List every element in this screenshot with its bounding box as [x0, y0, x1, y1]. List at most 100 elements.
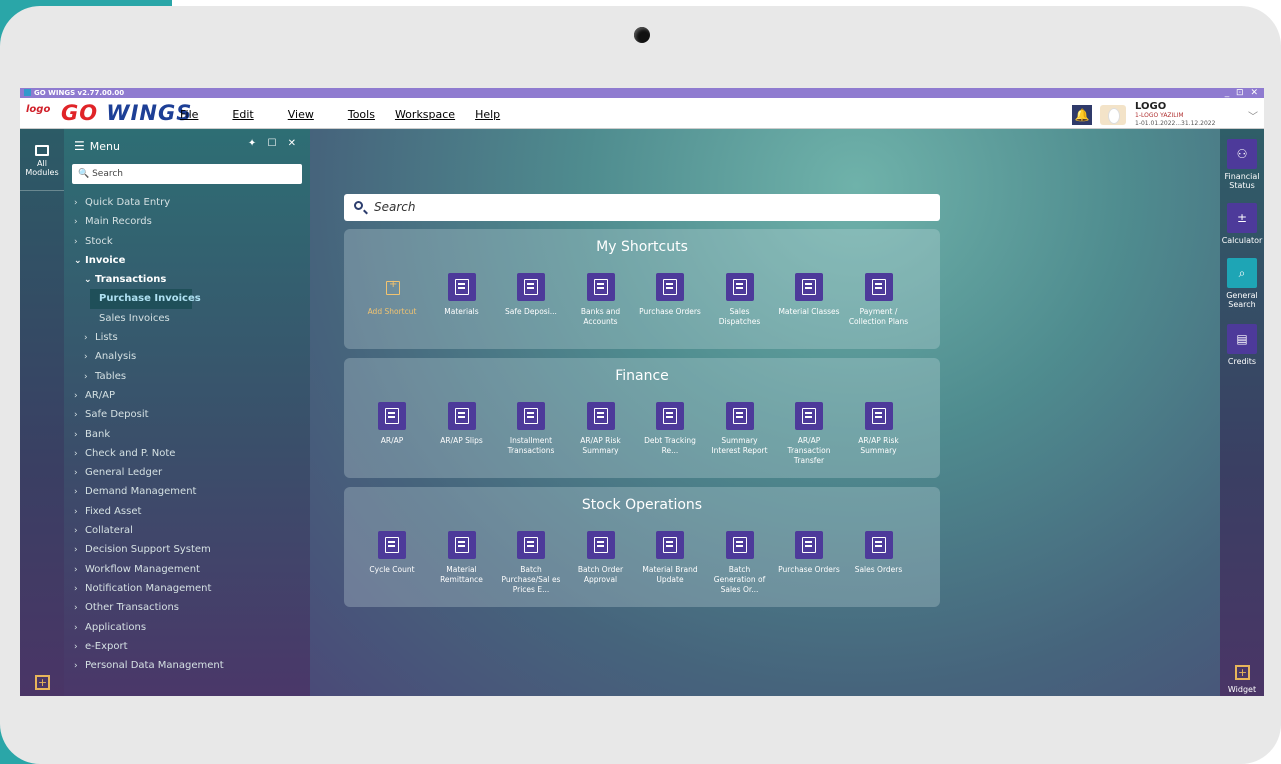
app-icon	[24, 89, 31, 96]
menu-item-general-ledger[interactable]: › General Ledger	[64, 463, 310, 482]
menu-item-ar-ap[interactable]: › AR/AP	[64, 386, 310, 405]
all-modules-button[interactable]: All Modules	[20, 139, 64, 191]
menu-tools[interactable]: Tools	[348, 108, 375, 121]
add-icon[interactable]: +	[35, 675, 50, 690]
menu-item-invoice[interactable]: ⌄ Invoice	[64, 251, 310, 270]
main-search-input[interactable]: Search	[344, 194, 940, 221]
menu-item-e-export[interactable]: › e-Export	[64, 637, 310, 656]
shortcut-tile[interactable]: Safe Deposi...	[500, 273, 562, 317]
shortcut-tile[interactable]: AR/AP Slips	[431, 402, 493, 446]
shortcut-tile[interactable]: Material Brand Update	[639, 531, 701, 585]
menu-item-personal-data[interactable]: › Personal Data Management	[64, 656, 310, 675]
menu-item-safe-deposit[interactable]: › Safe Deposit	[64, 405, 310, 424]
module-icon	[725, 402, 754, 430]
shortcut-tile[interactable]: Batch Purchase/Sal es Prices E...	[500, 531, 562, 595]
tile-label: Sales Orders	[854, 565, 903, 574]
menu-help[interactable]: Help	[475, 108, 500, 121]
menu-item-analysis[interactable]: › Analysis	[64, 347, 310, 366]
right-strip: ⚇ Financial Status ± Calculator ⌕ Genera…	[1220, 129, 1264, 696]
menu-edit[interactable]: Edit	[232, 108, 253, 121]
period: 1-01.01.2022...31.12.2022	[1135, 120, 1216, 127]
tile-label: Batch Order Approval	[577, 565, 624, 584]
menu-file[interactable]: File	[180, 108, 198, 121]
chevron-down-icon[interactable]: ﹀	[1248, 108, 1258, 123]
menu-item-quick-data-entry[interactable]: › Quick Data Entry	[64, 193, 310, 212]
shortcut-tile[interactable]: Purchase Orders	[639, 273, 701, 317]
menu-item-applications[interactable]: › Applications	[64, 618, 310, 637]
menu-item-notification[interactable]: › Notification Management	[64, 579, 310, 598]
hamburger-icon[interactable]: ☰	[74, 139, 85, 153]
company-info[interactable]: LOGO 1-LOGO YAZILIM 1-01.01.2022...31.12…	[1135, 101, 1215, 128]
credits-button[interactable]: ▤ Credits	[1220, 324, 1264, 366]
shortcut-tile[interactable]: Summary Interest Report	[709, 402, 771, 456]
menu-item-other-transactions[interactable]: › Other Transactions	[64, 598, 310, 617]
shortcut-tile[interactable]: Batch Order Approval	[570, 531, 632, 585]
shortcut-tile[interactable]: Banks and Accounts	[570, 273, 632, 327]
shortcut-tile[interactable]: Batch Generation of Sales Or...	[709, 531, 771, 595]
module-icon	[378, 531, 406, 559]
menu-item-stock[interactable]: › Stock	[64, 232, 310, 251]
avatar[interactable]	[1100, 105, 1126, 125]
calculator-icon: ±	[1227, 203, 1257, 233]
menu-item-transactions[interactable]: ⌄ Transactions	[64, 270, 310, 289]
module-icon	[725, 531, 754, 559]
menu-item-fixed-asset[interactable]: › Fixed Asset	[64, 502, 310, 521]
menu-panel: ☰ Menu ✦ ☐ ✕ 🔍 Search › Quick Data Entry ›…	[64, 129, 310, 696]
tile-label: Summary Interest Report	[711, 436, 768, 455]
shortcut-tile[interactable]: Add Shortcut	[361, 273, 423, 317]
bell-icon[interactable]: 🔔	[1072, 105, 1092, 125]
module-icon	[378, 402, 406, 430]
menu-item-tables[interactable]: › Tables	[64, 367, 310, 386]
logo-small: logo	[26, 104, 51, 115]
menu-item-collateral[interactable]: › Collateral	[64, 521, 310, 540]
menu-search-input[interactable]: 🔍 Search	[72, 164, 302, 184]
menu-workspace[interactable]: Workspace	[395, 108, 455, 121]
menu-item-main-records[interactable]: › Main Records	[64, 212, 310, 231]
menu-item-purchase-invoices[interactable]: Purchase Invoices	[90, 289, 201, 309]
module-icon	[795, 402, 823, 430]
shortcut-tile[interactable]: AR/AP	[361, 402, 423, 446]
module-icon	[795, 273, 823, 301]
module-icon	[447, 402, 476, 430]
add-widget-icon[interactable]: +	[1235, 665, 1250, 680]
shortcut-tile[interactable]: Purchase Orders	[778, 531, 840, 575]
tile-label: Material Brand Update	[642, 565, 698, 584]
shortcut-tile[interactable]: Sales Orders	[848, 531, 910, 575]
shortcut-tile[interactable]: Material Remittance	[431, 531, 493, 585]
section-title: Finance	[615, 368, 669, 384]
tile-label: Payment / Collection Plans	[848, 307, 909, 326]
financial-status-button[interactable]: ⚇ Financial Status	[1220, 139, 1264, 190]
shortcut-tile[interactable]: Debt Tracking Re...	[639, 402, 701, 456]
shortcut-tile[interactable]: Sales Dispatches	[709, 273, 771, 327]
shortcut-tile[interactable]: Cycle Count	[361, 531, 423, 575]
menu-item-sales-invoices[interactable]: Sales Invoices	[64, 309, 310, 328]
shortcut-tile[interactable]: AR/AP Transaction Transfer	[778, 402, 840, 466]
shortcut-tile[interactable]: AR/AP Risk Summary	[848, 402, 910, 456]
menu-item-check-note[interactable]: › Check and P. Note	[64, 444, 310, 463]
menu-item-decision-support[interactable]: › Decision Support System	[64, 540, 310, 559]
tile-label: Material Classes	[778, 307, 840, 316]
module-icon	[517, 402, 545, 430]
menu-item-bank[interactable]: › Bank	[64, 425, 310, 444]
shortcut-tile[interactable]: Materials	[431, 273, 493, 317]
tile-label: AR/AP Slips	[440, 436, 483, 445]
menu-view[interactable]: View	[288, 108, 314, 121]
shortcut-tile[interactable]: Material Classes	[778, 273, 840, 317]
menu-item-demand-management[interactable]: › Demand Management	[64, 482, 310, 501]
menu-item-lists[interactable]: › Lists	[64, 328, 310, 347]
window-controls[interactable]: _ ⊡ ✕	[1225, 88, 1260, 98]
general-search-button[interactable]: ⌕ General Search	[1220, 258, 1264, 309]
module-icon	[656, 273, 684, 301]
shortcut-tile[interactable]: AR/AP Risk Summary	[570, 402, 632, 456]
widget-label: Widget	[1227, 685, 1257, 694]
menu-panel-controls[interactable]: ✦ ☐ ✕	[248, 138, 300, 149]
shortcut-tile[interactable]: Installment Transactions	[500, 402, 562, 456]
calculator-button[interactable]: ± Calculator	[1220, 203, 1264, 245]
dashboard: Search My Shortcuts Add Shortcut Material…	[310, 129, 1220, 696]
tile-label: Batch Generation of Sales Or...	[713, 565, 766, 594]
shortcut-tile[interactable]: Payment / Collection Plans	[848, 273, 910, 327]
module-icon	[656, 531, 684, 559]
module-icon	[586, 402, 615, 430]
credits-icon: ▤	[1227, 324, 1257, 354]
menu-item-workflow[interactable]: › Workflow Management	[64, 560, 310, 579]
